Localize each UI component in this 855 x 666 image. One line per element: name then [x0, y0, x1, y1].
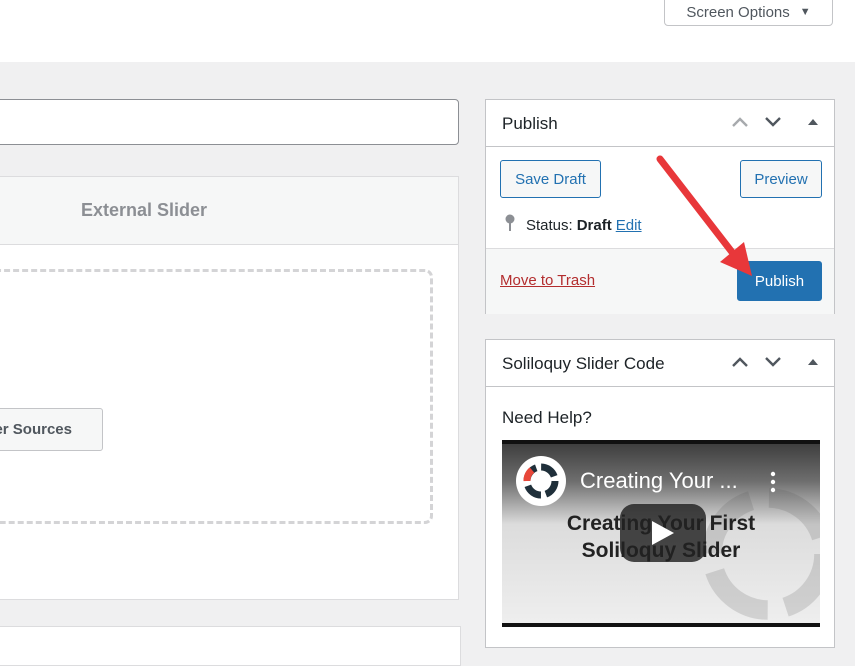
chevron-down-icon[interactable]: [761, 350, 785, 374]
pin-icon: [504, 214, 516, 236]
need-help-label: Need Help?: [502, 408, 592, 427]
soliloquy-logo-icon: [516, 456, 566, 506]
lower-panel: [0, 626, 461, 666]
publish-button[interactable]: Publish: [737, 261, 822, 301]
publish-box: Publish Save Draft Preview Status: Draft…: [485, 99, 835, 314]
caret-up-icon[interactable]: [801, 110, 825, 134]
slider-code-box-title: Soliloquy Slider Code: [502, 354, 665, 373]
caret-down-icon: ▼: [799, 6, 811, 18]
slider-code-box-header: Soliloquy Slider Code: [486, 340, 834, 387]
slider-type-tabs: External Slider: [0, 177, 458, 245]
post-title-input[interactable]: [0, 99, 459, 145]
dropzone-heading: ad: [0, 332, 1, 366]
caret-up-icon[interactable]: [801, 350, 825, 374]
slider-editor-panel: External Slider ad Other Sources: [0, 176, 459, 600]
chevron-down-icon[interactable]: [761, 110, 785, 134]
play-icon[interactable]: [620, 504, 706, 562]
upload-dropzone[interactable]: ad Other Sources: [0, 269, 433, 524]
more-vertical-icon[interactable]: [768, 470, 778, 494]
publish-box-header: Publish: [486, 100, 834, 147]
select-other-sources-label: Other Sources: [0, 421, 72, 438]
help-video-player[interactable]: Creating Your ... Creating Your First So…: [502, 440, 820, 627]
save-draft-button[interactable]: Save Draft: [500, 160, 601, 198]
video-title: Creating Your ...: [580, 468, 738, 493]
tab-external-slider[interactable]: External Slider: [0, 177, 289, 244]
select-other-sources-button[interactable]: Other Sources: [0, 408, 103, 451]
status-value: Draft: [576, 216, 612, 234]
screen-options-label: Screen Options: [686, 3, 790, 21]
chevron-up-icon[interactable]: [728, 350, 752, 374]
preview-button[interactable]: Preview: [740, 160, 822, 198]
slider-code-box: Soliloquy Slider Code Need Help? Creatin…: [485, 339, 835, 648]
top-bar: Screen Options ▼: [0, 0, 855, 62]
chevron-up-icon[interactable]: [728, 110, 752, 134]
video-top-border: [502, 440, 820, 444]
video-progress-track: [502, 623, 820, 627]
status-edit-link[interactable]: Edit: [616, 217, 642, 234]
publish-actions: Move to Trash Publish: [486, 248, 834, 314]
status-label: Status:: [526, 216, 573, 234]
post-status-row: Status: Draft Edit: [504, 214, 642, 236]
move-to-trash-link[interactable]: Move to Trash: [500, 272, 595, 289]
publish-box-title: Publish: [502, 114, 558, 133]
screen-options-button[interactable]: Screen Options ▼: [664, 0, 833, 26]
tab-external-slider-label: External Slider: [80, 200, 208, 220]
